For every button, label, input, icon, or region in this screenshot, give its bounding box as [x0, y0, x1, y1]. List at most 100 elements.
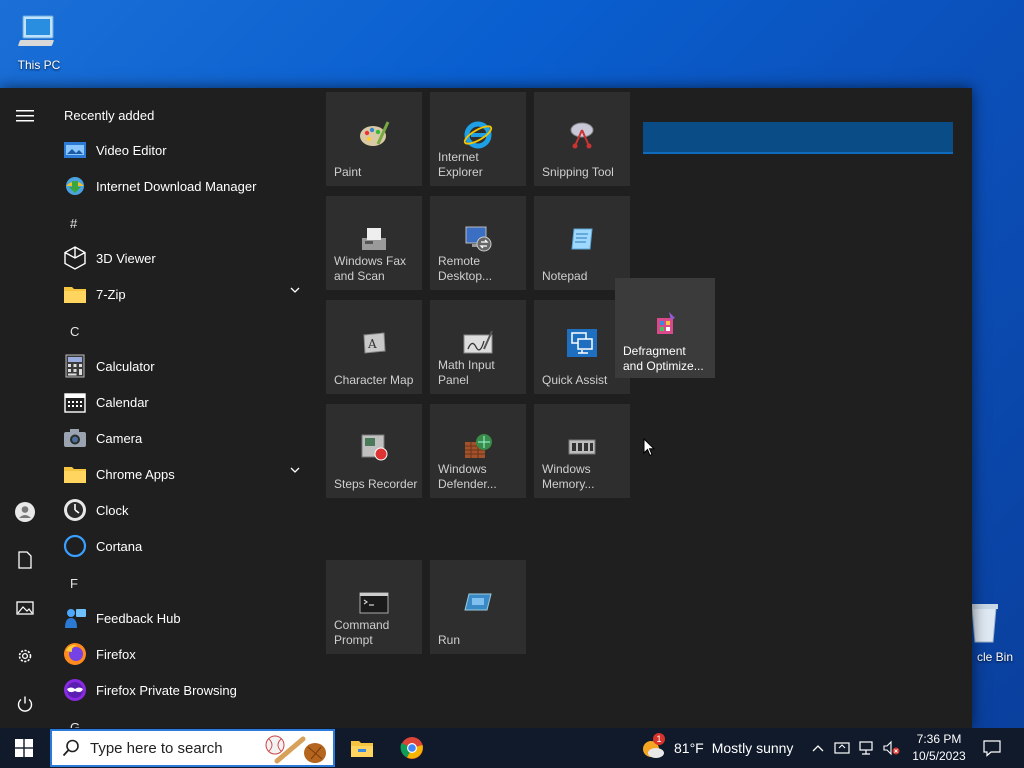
- app-list: Recently added Video Editor Internet Dow…: [50, 88, 312, 728]
- search-highlight-baseball-icon[interactable]: [263, 733, 329, 765]
- list-item-firefox[interactable]: Firefox: [50, 636, 312, 672]
- list-item-chrome-apps[interactable]: Chrome Apps: [50, 456, 312, 492]
- cortana-icon: [62, 533, 88, 559]
- weather-temperature: 81°F: [674, 740, 704, 756]
- video-editor-icon: [62, 137, 88, 163]
- file-explorer-taskbar-button[interactable]: [338, 728, 386, 768]
- clock-icon: [62, 497, 88, 523]
- tile-remote-desktop[interactable]: Remote Desktop...: [430, 196, 526, 290]
- idm-icon: [62, 173, 88, 199]
- tile-label: Steps Recorder: [334, 477, 418, 491]
- chrome-taskbar-button[interactable]: [388, 728, 436, 768]
- tile-label: Windows Defender...: [438, 462, 497, 491]
- tile-notepad[interactable]: Notepad: [534, 196, 630, 290]
- pictures-icon: [16, 601, 34, 615]
- command-prompt-icon: [326, 586, 422, 620]
- tile-label: Paint: [334, 165, 362, 179]
- list-header-g[interactable]: G: [70, 720, 80, 728]
- tile-label: Remote Desktop...: [438, 254, 493, 283]
- settings-button[interactable]: [0, 634, 50, 678]
- notifications-button[interactable]: [972, 728, 1012, 768]
- pictures-button[interactable]: [0, 586, 50, 630]
- tile-steps-recorder[interactable]: Steps Recorder: [326, 404, 422, 498]
- list-item-firefox-private-browsing[interactable]: Firefox Private Browsing: [50, 672, 312, 708]
- mouse-cursor-icon: [643, 438, 655, 457]
- tile-paint[interactable]: Paint: [326, 92, 422, 186]
- list-item-calculator[interactable]: Calculator: [50, 348, 312, 384]
- camera-icon: [62, 425, 88, 451]
- list-item-label: Clock: [96, 502, 129, 518]
- list-item-calendar[interactable]: Calendar: [50, 384, 312, 420]
- steps-recorder-icon: [326, 430, 422, 464]
- list-item-label: Calculator: [96, 358, 155, 374]
- power-icon: [17, 696, 33, 712]
- tile-windows-memory[interactable]: Windows Memory...: [534, 404, 630, 498]
- tile-run[interactable]: Run: [430, 560, 526, 654]
- list-item-clock[interactable]: Clock: [50, 492, 312, 528]
- list-item-3d-viewer[interactable]: 3D Viewer: [50, 240, 312, 276]
- defragment-icon: [615, 308, 715, 342]
- list-header-hash[interactable]: #: [70, 216, 77, 231]
- weather-description: Mostly sunny: [711, 740, 794, 756]
- feedback-hub-icon: [62, 605, 88, 631]
- windows-logo-icon: [15, 739, 33, 757]
- action-center-device-icon[interactable]: [834, 740, 850, 756]
- run-icon: [430, 586, 526, 620]
- list-item-cortana[interactable]: Cortana: [50, 528, 312, 564]
- list-item-internet-download-manager[interactable]: Internet Download Manager: [50, 168, 312, 204]
- recycle-bin-label: cle Bin: [976, 650, 1014, 664]
- tile-internet-explorer[interactable]: Internet Explorer: [430, 92, 526, 186]
- list-header-c[interactable]: C: [70, 324, 79, 339]
- list-item-label: Feedback Hub: [96, 610, 181, 626]
- list-item-label: 7-Zip: [96, 286, 126, 302]
- recently-added-title: Recently added: [64, 108, 155, 123]
- list-item-7-zip[interactable]: 7-Zip: [50, 276, 312, 312]
- desktop-icon-this-pc[interactable]: This PC: [0, 10, 78, 72]
- tile-label: Character Map: [334, 373, 414, 387]
- tile-defragment-dragging[interactable]: Defragment and Optimize...: [615, 278, 715, 378]
- memory-diagnostic-icon: [534, 430, 630, 464]
- tile-math-input-panel[interactable]: Math Input Panel: [430, 300, 526, 394]
- character-map-icon: A: [326, 326, 422, 360]
- tile-snipping-tool[interactable]: Snipping Tool: [534, 92, 630, 186]
- math-input-icon: [430, 326, 526, 360]
- chevron-down-icon[interactable]: [290, 286, 300, 294]
- list-item-label: Firefox: [96, 646, 136, 662]
- chevron-up-icon[interactable]: [812, 744, 824, 752]
- tile-command-prompt[interactable]: Command Prompt: [326, 560, 422, 654]
- tile-label: Command Prompt: [334, 618, 390, 647]
- hamburger-icon: [16, 110, 34, 122]
- tile-group-name-input[interactable]: [643, 122, 953, 154]
- folder-icon: [62, 461, 88, 487]
- power-button[interactable]: [0, 682, 50, 726]
- list-item-video-editor[interactable]: Video Editor: [50, 132, 312, 168]
- expand-menu-button[interactable]: [0, 94, 50, 138]
- list-item-feedback-hub[interactable]: Feedback Hub: [50, 600, 312, 636]
- tile-windows-defender[interactable]: Windows Defender...: [430, 404, 526, 498]
- calendar-icon: [62, 389, 88, 415]
- notepad-icon: [534, 222, 630, 256]
- network-icon[interactable]: [858, 740, 874, 756]
- firefox-icon: [62, 641, 88, 667]
- partly-sunny-icon: 1: [640, 733, 666, 761]
- tile-character-map[interactable]: A Character Map: [326, 300, 422, 394]
- start-menu: Recently added Video Editor Internet Dow…: [0, 88, 972, 728]
- defender-firewall-icon: [430, 430, 526, 464]
- chevron-down-icon[interactable]: [290, 466, 300, 474]
- search-box[interactable]: Type here to search: [50, 729, 335, 767]
- chrome-icon: [400, 737, 423, 759]
- weather-widget[interactable]: 1 81°F Mostly sunny: [640, 728, 793, 768]
- volume-muted-icon[interactable]: [882, 740, 900, 756]
- tile-label: Windows Fax and Scan: [334, 254, 407, 283]
- search-placeholder: Type here to search: [90, 739, 223, 757]
- tile-windows-fax-and-scan[interactable]: Windows Fax and Scan: [326, 196, 422, 290]
- user-account-button[interactable]: [0, 490, 50, 534]
- list-header-f[interactable]: F: [70, 576, 78, 591]
- documents-button[interactable]: [0, 538, 50, 582]
- calculator-icon: [62, 353, 88, 379]
- tile-label: Defragment and Optimize...: [623, 344, 704, 373]
- start-button[interactable]: [0, 728, 48, 768]
- weather-badge: 1: [653, 733, 665, 745]
- list-item-camera[interactable]: Camera: [50, 420, 312, 456]
- taskbar-clock[interactable]: 7:36 PM 10/5/2023: [906, 731, 972, 765]
